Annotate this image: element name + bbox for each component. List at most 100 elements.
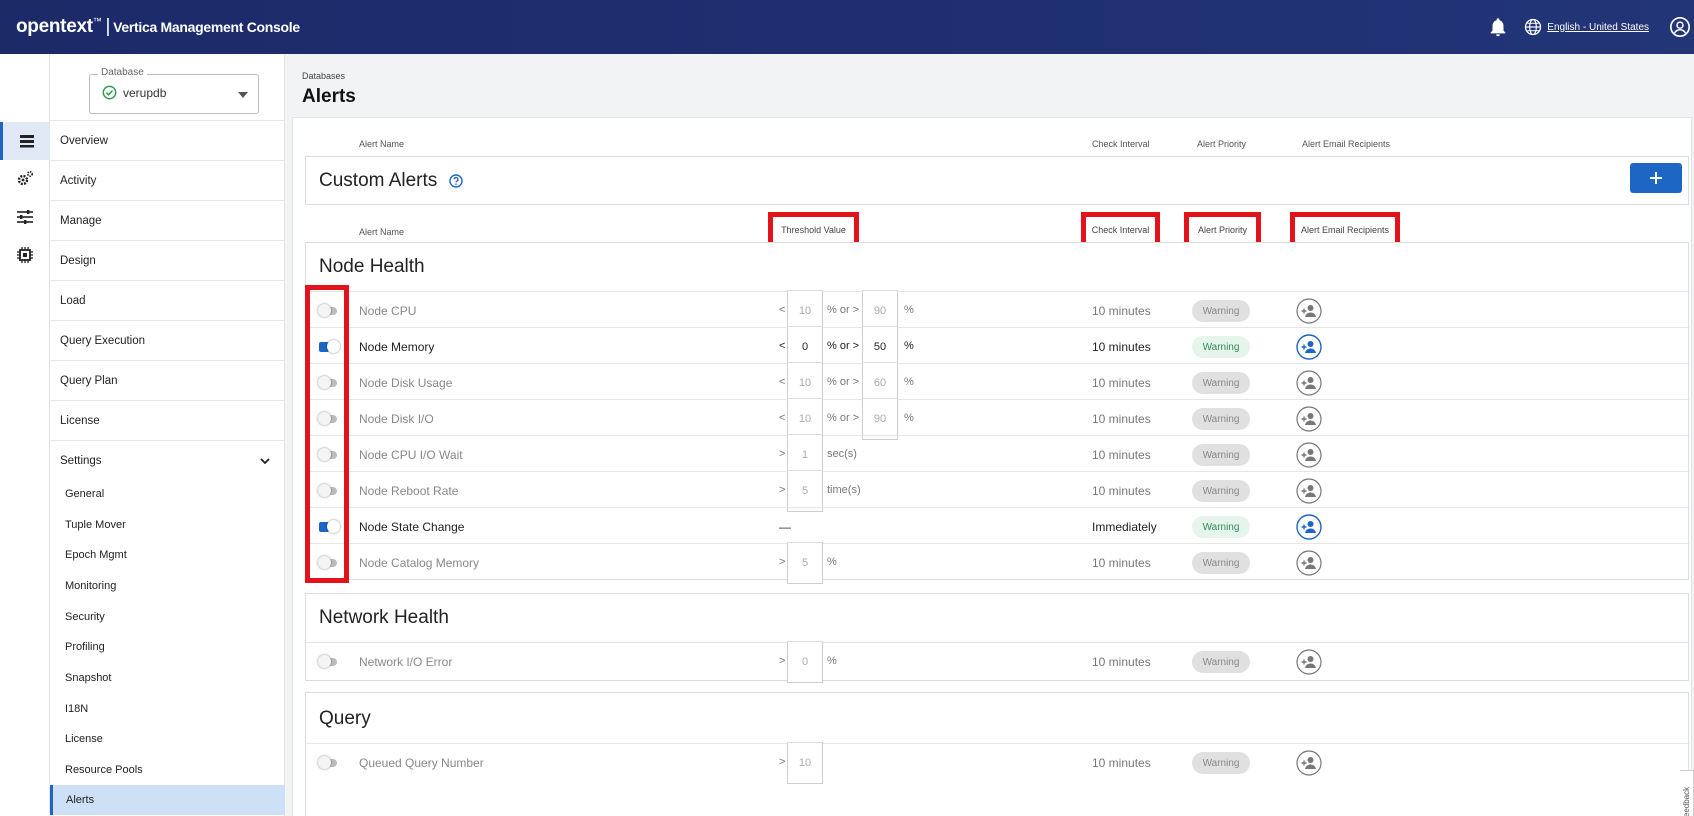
threshold-operator: < (779, 376, 786, 388)
add-recipient-icon[interactable] (1296, 649, 1322, 675)
check-interval[interactable]: 10 minutes (1092, 412, 1151, 426)
sub-item-security[interactable]: Security (50, 602, 285, 632)
check-interval[interactable]: Immediately (1092, 520, 1157, 534)
nav-item-manage[interactable]: Manage (50, 200, 285, 240)
threshold-connector: % or > (827, 340, 860, 352)
add-recipient-icon[interactable] (1296, 550, 1322, 576)
globe-icon[interactable] (1523, 17, 1543, 37)
sub-item-profiling[interactable]: Profiling (50, 632, 285, 662)
sub-item-alerts[interactable]: Alerts (50, 785, 285, 815)
chevron-down-icon (260, 457, 270, 464)
priority-badge[interactable]: Warning (1192, 651, 1250, 673)
alert-row: Node State Change — Immediately Warning (306, 507, 1690, 546)
priority-badge[interactable]: Warning (1192, 372, 1250, 394)
check-interval[interactable]: 10 minutes (1092, 655, 1151, 669)
user-account-icon[interactable] (1669, 16, 1691, 38)
priority-badge[interactable]: Warning (1192, 444, 1250, 466)
check-interval[interactable]: 10 minutes (1092, 376, 1151, 390)
section-title-custom-alerts: Custom Alerts (319, 170, 438, 191)
alert-name: Network I/O Error (359, 655, 453, 669)
add-recipient-icon[interactable] (1296, 406, 1322, 432)
nav-item-settings[interactable]: Settings (50, 440, 285, 480)
threshold-input[interactable]: 5 (787, 470, 823, 512)
left-nav: Database verupdb Overview Activity Manag… (50, 54, 285, 816)
alert-toggle[interactable] (318, 655, 340, 668)
alert-toggle[interactable] (318, 756, 340, 769)
product-name: Vertica Management Console (113, 19, 300, 35)
threshold-unit: % (827, 655, 837, 667)
check-interval[interactable]: 10 minutes (1092, 304, 1151, 318)
rail-infrastructure[interactable] (0, 160, 50, 198)
nav-item-license[interactable]: License (50, 400, 285, 440)
add-recipient-icon[interactable] (1296, 334, 1322, 360)
col-header-email-recipients: Alert Email Recipients (1302, 139, 1391, 149)
threshold-unit: % (904, 304, 914, 316)
alert-row: Node Catalog Memory > 5 % 10 minutes War… (306, 542, 1690, 584)
alert-name: Node Disk I/O (359, 412, 434, 426)
icon-rail (0, 54, 50, 816)
col-header-check-interval: Check Interval (1092, 139, 1150, 149)
threshold-input[interactable]: 0 (787, 641, 823, 683)
add-recipient-icon[interactable] (1296, 370, 1322, 396)
add-custom-alert-button[interactable] (1630, 163, 1682, 193)
feedback-tab[interactable]: Feedback (1680, 770, 1694, 816)
add-recipient-icon[interactable] (1296, 298, 1322, 324)
check-interval[interactable]: 10 minutes (1092, 340, 1151, 354)
priority-badge[interactable]: Warning (1192, 336, 1250, 358)
help-icon[interactable] (448, 174, 463, 188)
network-health-section: Network Health Network I/O Error > 0 % 1… (305, 593, 1690, 683)
threshold-connector: % or > (827, 412, 860, 424)
priority-badge[interactable]: Warning (1192, 516, 1250, 538)
brand-name: opentext (16, 16, 93, 37)
check-interval[interactable]: 10 minutes (1092, 484, 1151, 498)
rail-hardware[interactable] (0, 236, 50, 274)
sliders-icon (17, 210, 33, 224)
col-header-alert-name-2: Alert Name (359, 227, 405, 237)
add-recipient-icon[interactable] (1296, 478, 1322, 504)
add-recipient-icon[interactable] (1296, 750, 1322, 776)
sub-item-monitoring[interactable]: Monitoring (50, 571, 285, 601)
sub-item-general[interactable]: General (50, 479, 285, 509)
database-select[interactable]: Database verupdb (89, 67, 259, 114)
nav-item-query-execution[interactable]: Query Execution (50, 320, 285, 360)
nav-item-overview[interactable]: Overview (50, 120, 285, 160)
check-interval[interactable]: 10 minutes (1092, 556, 1151, 570)
threshold-max-input[interactable]: 90 (862, 398, 898, 440)
rail-databases[interactable] (0, 122, 50, 160)
bell-icon[interactable] (1487, 16, 1509, 38)
add-recipient-icon[interactable] (1296, 514, 1322, 540)
sub-item-resource-pools[interactable]: Resource Pools (50, 755, 285, 785)
alert-name: Node Disk Usage (359, 376, 453, 390)
alert-row: Network I/O Error > 0 % 10 minutes Warni… (306, 641, 1690, 683)
language-link[interactable]: English - United States (1547, 22, 1649, 33)
sub-item-epoch-mgmt[interactable]: Epoch Mgmt (50, 540, 285, 570)
check-interval[interactable]: 10 minutes (1092, 756, 1151, 770)
threshold-operator: < (779, 340, 786, 352)
priority-badge[interactable]: Warning (1192, 300, 1250, 322)
sub-item-snapshot[interactable]: Snapshot (50, 663, 285, 693)
threshold-operator: > (779, 756, 786, 768)
nav-item-activity[interactable]: Activity (50, 160, 285, 200)
nav-item-load[interactable]: Load (50, 280, 285, 320)
priority-badge[interactable]: Warning (1192, 408, 1250, 430)
breadcrumb[interactable]: Databases (302, 71, 345, 81)
priority-badge[interactable]: Warning (1192, 752, 1250, 774)
check-interval[interactable]: 10 minutes (1092, 448, 1151, 462)
sub-item-i18n[interactable]: I18N (50, 694, 285, 724)
threshold-input[interactable]: 10 (787, 742, 823, 784)
rail-settings[interactable] (0, 198, 50, 236)
sub-item-license[interactable]: License (50, 724, 285, 754)
threshold-input[interactable]: 5 (787, 542, 823, 584)
alert-name: Node Reboot Rate (359, 484, 459, 498)
alert-name: Node State Change (359, 520, 465, 534)
chevron-down-icon (238, 92, 248, 98)
col-header-alert-priority: Alert Priority (1197, 139, 1247, 149)
sub-item-tuple-mover[interactable]: Tuple Mover (50, 510, 285, 540)
nav-item-design[interactable]: Design (50, 240, 285, 280)
priority-badge[interactable]: Warning (1192, 552, 1250, 574)
add-recipient-icon[interactable] (1296, 442, 1322, 468)
threshold-connector: % or > (827, 376, 860, 388)
priority-badge[interactable]: Warning (1192, 480, 1250, 502)
threshold-operator: < (779, 412, 786, 424)
nav-item-query-plan[interactable]: Query Plan (50, 360, 285, 400)
